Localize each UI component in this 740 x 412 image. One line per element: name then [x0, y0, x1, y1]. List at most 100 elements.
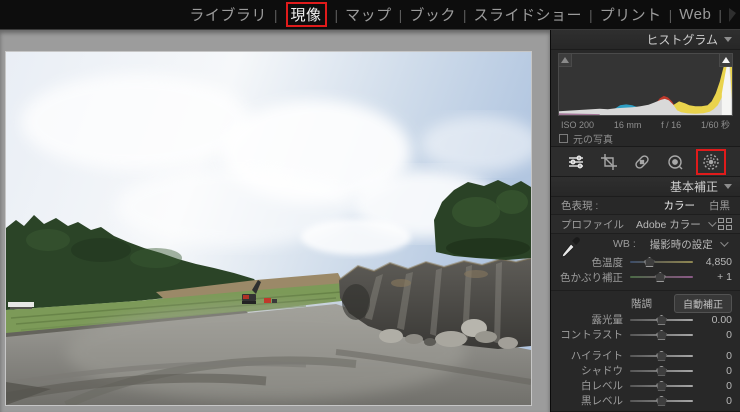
- white-balance-row: WB : 撮影時の設定: [551, 234, 740, 254]
- slider-row-blacks: 黒レベル0: [551, 393, 740, 408]
- basic-panel-header[interactable]: 基本補正: [551, 177, 740, 197]
- wb-value[interactable]: 撮影時の設定: [650, 237, 713, 252]
- develop-canvas: [0, 30, 550, 412]
- tone-label: 階調: [631, 296, 674, 311]
- exif-focal-length: 16 mm: [614, 120, 642, 130]
- masking-annotation-box: [696, 149, 726, 175]
- basic-title: 基本補正: [670, 178, 718, 195]
- nav-separator: |: [399, 7, 403, 23]
- annotation-box: 現像: [286, 2, 327, 27]
- slider-thumb[interactable]: [656, 396, 667, 406]
- original-photo-row: 元の写真: [551, 131, 740, 147]
- slider-contrast[interactable]: [630, 329, 693, 341]
- redeye-icon: [666, 153, 684, 171]
- slider-thumb[interactable]: [656, 366, 667, 376]
- histogram[interactable]: [558, 53, 733, 116]
- profile-value[interactable]: Adobe カラー: [636, 217, 701, 232]
- slider-label-blacks: 黒レベル: [551, 393, 623, 408]
- highlight-clipping-icon: [722, 57, 730, 63]
- shadow-clipping-icon: [561, 57, 569, 63]
- nav-separator: |: [718, 7, 722, 23]
- slider-thumb[interactable]: [656, 315, 667, 325]
- module-tab-develop[interactable]: 現像: [291, 7, 322, 24]
- slider-temp[interactable]: [630, 256, 693, 268]
- module-picker-items: ライブラリ|現像|マップ|ブック|スライドショー|プリント|Web|: [189, 2, 729, 27]
- histogram-title: ヒストグラム: [646, 31, 718, 48]
- chevron-down-icon: [720, 239, 728, 247]
- slider-label-contrast: コントラスト: [551, 327, 623, 342]
- heal-icon: [633, 153, 651, 171]
- tone-presence-sliders: ハイライト0シャドウ0白レベル0黒レベル0: [551, 348, 740, 408]
- profile-label: プロファイル: [561, 217, 624, 232]
- slider-label-highlights: ハイライト: [551, 348, 623, 363]
- treatment-bw-option[interactable]: 白黒: [709, 198, 730, 213]
- nav-separator: |: [335, 7, 339, 23]
- original-photo-checkbox[interactable]: [559, 134, 568, 143]
- slider-row-exposure: 露光量0.00: [551, 312, 740, 327]
- nav-separator: |: [589, 7, 593, 23]
- slider-value-shadows: 0: [700, 365, 732, 377]
- auto-tone-button[interactable]: 自動補正: [674, 294, 732, 313]
- section-divider: [551, 285, 740, 292]
- slider-row-highlights: ハイライト0: [551, 348, 740, 363]
- exif-info: ISO 200 16 mm f / 16 1/60 秒: [551, 118, 740, 131]
- nav-separator: |: [669, 7, 673, 23]
- slider-shadows[interactable]: [630, 365, 693, 377]
- exif-shutter: 1/60 秒: [701, 118, 730, 131]
- tool-strip: [551, 147, 740, 177]
- slider-thumb[interactable]: [644, 257, 655, 267]
- treatment-label: 色表現 :: [561, 198, 598, 213]
- module-tab-library[interactable]: ライブラリ: [189, 4, 267, 25]
- exif-iso: ISO 200: [561, 120, 594, 130]
- crop-tool-button[interactable]: [599, 152, 619, 172]
- original-photo-label: 元の写真: [573, 131, 613, 146]
- slider-whites[interactable]: [630, 380, 693, 392]
- slider-label-whites: 白レベル: [551, 378, 623, 393]
- treatment-color-option[interactable]: カラー: [664, 198, 696, 213]
- slider-thumb[interactable]: [656, 351, 667, 361]
- slider-thumb[interactable]: [655, 272, 666, 282]
- tone-main-sliders: 露光量0.00コントラスト0: [551, 312, 740, 342]
- slider-label-tint: 色かぶり補正: [551, 270, 623, 285]
- module-tab-slideshow[interactable]: スライドショー: [473, 4, 582, 25]
- lightroom-window: ライブラリ|現像|マップ|ブック|スライドショー|プリント|Web|: [0, 0, 740, 412]
- module-tab-web[interactable]: Web: [679, 6, 711, 23]
- wb-sliders: 色温度4,850色かぶり補正+ 1: [551, 255, 740, 285]
- module-tab-book[interactable]: ブック: [409, 4, 456, 25]
- collapse-triangle-icon: [724, 184, 732, 189]
- slider-row-tint: 色かぶり補正 + 1: [551, 270, 740, 285]
- slider-label-exposure: 露光量: [551, 312, 623, 327]
- edit-tool-button[interactable]: [566, 152, 586, 172]
- slider-row-contrast: コントラスト0: [551, 327, 740, 342]
- slider-thumb[interactable]: [656, 330, 667, 340]
- slider-blacks[interactable]: [630, 395, 693, 407]
- treatment-row: 色表現 : カラー 白黒: [551, 197, 740, 214]
- histogram-panel-header[interactable]: ヒストグラム: [551, 30, 740, 50]
- photo[interactable]: [6, 52, 531, 405]
- nav-separator: |: [274, 7, 278, 23]
- pointer-cursor: [729, 8, 736, 22]
- sliders-icon: [567, 153, 585, 171]
- slider-value-whites: 0: [700, 380, 732, 392]
- right-panel: ヒストグラム ISO 200 16 mm f / 16 1/60 秒: [550, 30, 740, 412]
- slider-row-shadows: シャドウ0: [551, 363, 740, 378]
- module-tab-map[interactable]: マップ: [345, 4, 392, 25]
- highlight-clipping-button[interactable]: [719, 54, 732, 67]
- redeye-tool-button[interactable]: [665, 152, 685, 172]
- slider-track[interactable]: [630, 261, 693, 263]
- slider-tint[interactable]: [630, 271, 693, 283]
- slider-thumb[interactable]: [656, 381, 667, 391]
- slider-value-tint: + 1: [700, 271, 732, 283]
- heal-tool-button[interactable]: [632, 152, 652, 172]
- slider-row-whites: 白レベル 0: [551, 378, 740, 393]
- crop-icon: [600, 153, 618, 171]
- eyedropper-icon[interactable]: [559, 232, 585, 258]
- profile-browser-icon[interactable]: [718, 218, 732, 230]
- wb-label: WB :: [613, 238, 636, 250]
- shadow-clipping-button[interactable]: [559, 54, 572, 67]
- slider-exposure[interactable]: [630, 314, 693, 326]
- slider-highlights[interactable]: [630, 350, 693, 362]
- chevron-down-icon: [708, 219, 716, 227]
- module-tab-print[interactable]: プリント: [600, 4, 662, 25]
- masking-tool-button[interactable]: [701, 152, 721, 172]
